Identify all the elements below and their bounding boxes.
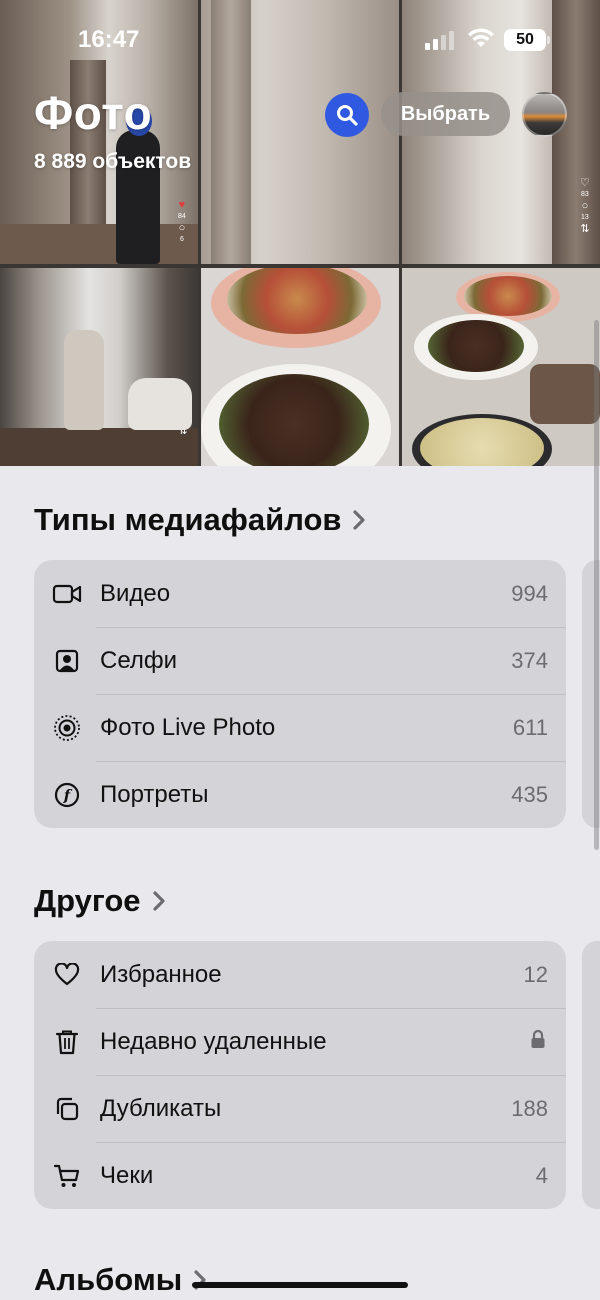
media-type-row-video[interactable]: Видео 994 [34,560,566,627]
item-count: 8 889 объектов [34,150,192,173]
cellular-signal-icon [425,30,454,50]
other-row-receipts[interactable]: Чеки 4 [34,1142,566,1209]
heart-icon [34,962,100,987]
repost-icon: ⇅ [580,223,590,235]
bread-decor [530,364,600,424]
section-title: Другое [34,883,141,918]
section-title: Типы медиафайлов [34,502,342,537]
comments-count: 6 [179,236,184,243]
photo-grid: ♥ 84 ○ 6 ♡ 83 ○ 13 ⇅ ♡ 35 ○ ⇅ [0,0,600,466]
wifi-icon [468,28,494,47]
tile-reactions: ♥ 84 ○ 6 [178,200,186,244]
profile-avatar[interactable] [522,92,567,137]
duplicate-icon [34,1096,100,1122]
home-indicator[interactable] [192,1282,408,1288]
heart-icon: ♡ [580,177,590,189]
media-types-header[interactable]: Типы медиафайлов [34,502,367,538]
svg-text:f: f [63,786,73,804]
armchair-decor [128,378,192,430]
chevron-right-icon [152,891,165,911]
row-count: 435 [511,781,548,807]
heart-icon: ♥ [178,199,186,211]
media-type-row-live-photo[interactable]: Фото Live Photo 611 [34,694,566,761]
portrait-icon: f [34,782,100,808]
albums-header[interactable]: Альбомы [34,1262,208,1298]
row-label: Фото Live Photo [100,713,276,741]
row-count: 188 [511,1095,548,1121]
other-row-favorites[interactable]: Избранное 12 [34,941,566,1008]
likes-count: 84 [178,213,186,220]
cart-icon [34,1163,100,1189]
comments-count: 13 [581,214,589,221]
food-decor [219,374,369,466]
tile-reactions: ♡ 83 ○ 13 ⇅ [580,178,590,235]
row-count: 4 [535,1162,548,1188]
floor-decor [0,428,198,466]
other-row-recently-deleted[interactable]: Недавно удаленные [34,1008,566,1075]
media-types-card: Видео 994 Селфи 374 Фото Live Photo 611 … [34,560,566,828]
chevron-right-icon [353,510,366,530]
other-header[interactable]: Другое [34,883,167,919]
status-time: 16:47 [78,26,140,53]
floor-decor [0,224,198,264]
likes-count: 83 [581,191,589,198]
row-label: Недавно удаленные [100,1027,327,1055]
trash-icon [34,1029,100,1055]
photo-tile[interactable] [201,268,399,466]
scroll-indicator[interactable] [594,320,599,850]
next-card-peek[interactable] [582,941,600,1209]
row-label: Избранное [100,960,222,988]
food-decor [428,320,524,372]
select-button[interactable]: Выбрать [381,92,510,136]
row-label: Портреты [100,780,209,808]
row-label: Чеки [100,1161,154,1189]
photo-tile[interactable] [402,268,600,466]
row-label: Дубликаты [100,1094,222,1122]
row-count: 374 [511,647,548,673]
section-title: Альбомы [34,1262,183,1297]
media-type-row-portraits[interactable]: f Портреты 435 [34,761,566,828]
status-bar: 16:47 50 [0,0,600,66]
search-icon [337,105,358,126]
other-row-duplicates[interactable]: Дубликаты 188 [34,1075,566,1142]
comment-icon: ○ [581,200,589,212]
live-photo-icon [34,714,100,742]
food-decor [464,276,552,316]
battery-icon: 50 [504,29,550,51]
row-label: Видео [100,579,171,607]
row-count: 994 [511,580,548,606]
lock-icon [530,1029,566,1055]
search-button[interactable] [325,93,369,137]
other-card: Избранное 12 Недавно удаленные Дубликаты… [34,941,566,1209]
video-icon [34,583,100,605]
media-type-row-selfie[interactable]: Селфи 374 [34,627,566,694]
comment-icon: ○ [178,222,186,234]
person-decor [64,330,104,430]
selfie-icon [34,649,100,673]
row-count: 12 [523,961,548,987]
row-label: Селфи [100,646,178,674]
row-count: 611 [512,714,548,740]
page-title: Фото [34,87,153,139]
